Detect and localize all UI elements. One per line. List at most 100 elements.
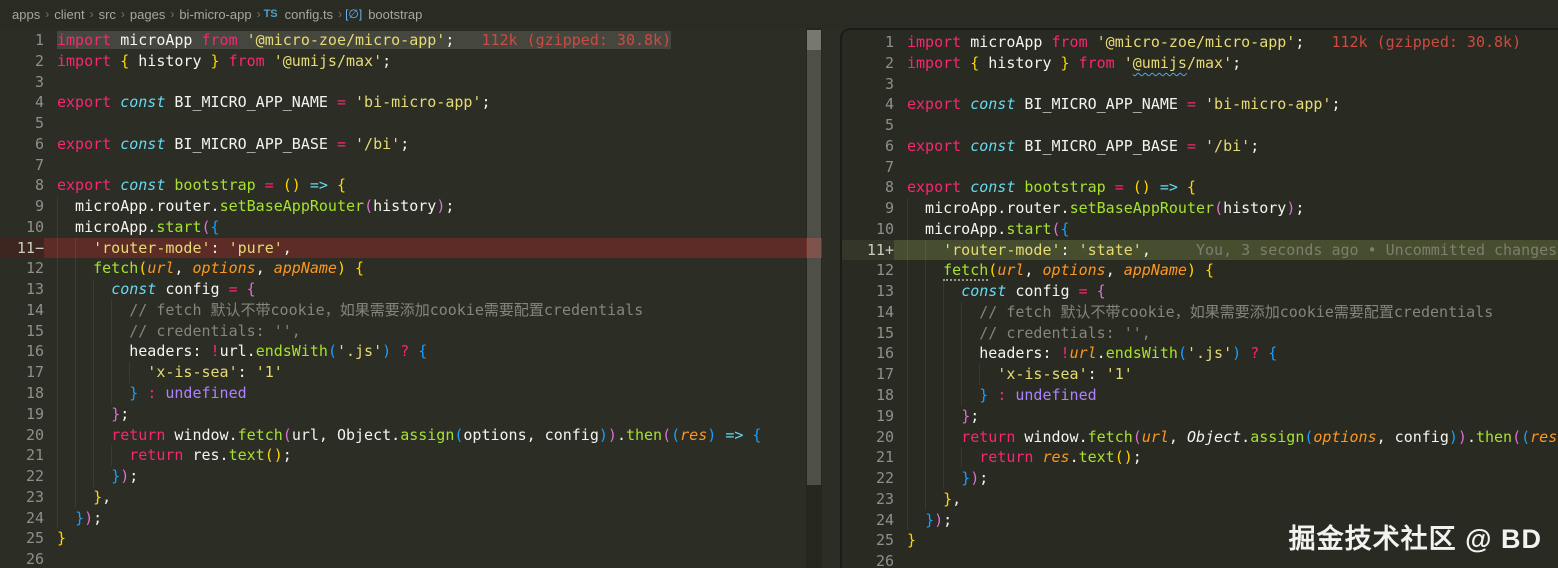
line-number[interactable]: 2: [842, 53, 894, 74]
code-line-original-17[interactable]: 17 'x-is-sea': '1': [0, 362, 806, 384]
code-line-original-5[interactable]: 5: [0, 113, 806, 134]
code-line-modified-10[interactable]: 10 microApp.start({: [842, 218, 1558, 240]
code-line-modified-6[interactable]: 6 export const BI_MICRO_APP_BASE = '/bi';: [842, 136, 1558, 157]
code-line-modified-7[interactable]: 7: [842, 157, 1558, 178]
code-line-modified-8[interactable]: 8 export const bootstrap = () => {: [842, 177, 1558, 198]
breadcrumb-item-pages[interactable]: pages: [130, 7, 165, 22]
line-number[interactable]: 7: [0, 155, 44, 176]
code-line-modified-13[interactable]: 13 const config = {: [842, 281, 1558, 302]
code-line-original-11[interactable]: 11− 'router-mode': 'pure',: [0, 237, 806, 259]
code-line-modified-1[interactable]: 1 import microApp from '@micro-zoe/micro-…: [842, 32, 1558, 53]
code-line-original-4[interactable]: 4 export const BI_MICRO_APP_NAME = 'bi-mi…: [0, 92, 806, 113]
line-number[interactable]: 18: [842, 385, 894, 406]
breadcrumb-item-bi-micro-app[interactable]: bi-micro-app: [179, 7, 251, 22]
line-number[interactable]: 9: [842, 198, 894, 219]
line-number[interactable]: 16: [842, 343, 894, 364]
breadcrumb-item-apps[interactable]: apps: [12, 7, 40, 22]
code-line-original-12[interactable]: 12 fetch(url, options, appName) {: [0, 258, 806, 280]
code-line-modified-11[interactable]: 11+ 'router-mode': 'state', You, 3 second…: [842, 239, 1558, 261]
code-line-original-15[interactable]: 15 // credentials: '',: [0, 320, 806, 342]
code-line-original-7[interactable]: 7: [0, 155, 806, 176]
line-number[interactable]: 12: [842, 260, 894, 281]
line-number[interactable]: 5: [842, 115, 894, 136]
code-line-original-18[interactable]: 18 } : undefined: [0, 383, 806, 404]
line-number[interactable]: 6: [0, 134, 44, 155]
line-number[interactable]: 8: [0, 175, 44, 196]
code-line-original-25[interactable]: 25}: [0, 528, 806, 549]
line-number[interactable]: 12: [0, 258, 44, 279]
line-number[interactable]: 26: [0, 549, 44, 568]
line-number[interactable]: 7: [842, 157, 894, 178]
line-number[interactable]: 17: [842, 364, 894, 385]
line-number[interactable]: 10: [842, 219, 894, 240]
code-line-original-19[interactable]: 19 };: [0, 403, 806, 425]
code-line-modified-21[interactable]: 21 return res.text();: [842, 447, 1558, 469]
line-number[interactable]: 19: [842, 406, 894, 427]
line-number[interactable]: 21: [842, 447, 894, 468]
line-number[interactable]: 11−: [0, 237, 44, 259]
code-line-modified-15[interactable]: 15 // credentials: '',: [842, 322, 1558, 344]
line-number[interactable]: 1: [0, 30, 44, 51]
line-number[interactable]: 23: [842, 489, 894, 510]
code-line-original-13[interactable]: 13 const config = {: [0, 279, 806, 300]
code-line-modified-3[interactable]: 3: [842, 74, 1558, 95]
line-number[interactable]: 9: [0, 196, 44, 217]
code-line-original-22[interactable]: 22 });: [0, 466, 806, 487]
breadcrumb-item-src[interactable]: src: [99, 7, 116, 22]
scrollbar-thumb[interactable]: [807, 30, 821, 485]
line-number[interactable]: 21: [0, 445, 44, 466]
line-number[interactable]: 26: [842, 551, 894, 568]
code-line-original-24[interactable]: 24 });: [0, 507, 806, 529]
line-number[interactable]: 6: [842, 136, 894, 157]
code-line-original-3[interactable]: 3: [0, 72, 806, 93]
code-line-modified-19[interactable]: 19 };: [842, 405, 1558, 427]
breadcrumb-item-client[interactable]: client: [54, 7, 84, 22]
code-line-modified-23[interactable]: 23 },: [842, 488, 1558, 510]
line-number[interactable]: 10: [0, 217, 44, 238]
code-line-modified-5[interactable]: 5: [842, 115, 1558, 136]
line-number[interactable]: 11+: [842, 239, 894, 261]
line-number[interactable]: 15: [0, 321, 44, 342]
line-number[interactable]: 24: [0, 508, 44, 529]
breadcrumb-item-config.ts[interactable]: config.ts: [285, 7, 333, 22]
line-number[interactable]: 3: [0, 72, 44, 93]
code-line-original-26[interactable]: 26: [0, 549, 806, 568]
code-line-modified-16[interactable]: 16 headers: !url.endsWith('.js') ? {: [842, 343, 1558, 365]
line-number[interactable]: 20: [842, 427, 894, 448]
code-line-original-1[interactable]: 1 import microApp from '@micro-zoe/micro-…: [0, 30, 806, 51]
line-number[interactable]: 4: [842, 94, 894, 115]
code-line-original-2[interactable]: 2 import { history } from '@umijs/max';: [0, 51, 806, 72]
line-number[interactable]: 13: [842, 281, 894, 302]
code-line-modified-9[interactable]: 9 microApp.router.setBaseAppRouter(histo…: [842, 198, 1558, 219]
line-number[interactable]: 25: [0, 528, 44, 549]
line-number[interactable]: 15: [842, 323, 894, 344]
code-line-original-10[interactable]: 10 microApp.start({: [0, 216, 806, 238]
line-number[interactable]: 19: [0, 404, 44, 425]
line-number[interactable]: 24: [842, 510, 894, 531]
line-number[interactable]: 14: [0, 300, 44, 321]
line-number[interactable]: 3: [842, 74, 894, 95]
code-line-original-16[interactable]: 16 headers: !url.endsWith('.js') ? {: [0, 341, 806, 363]
breadcrumb-item-bootstrap[interactable]: bootstrap: [368, 7, 422, 22]
code-line-modified-18[interactable]: 18 } : undefined: [842, 385, 1558, 406]
code-line-original-9[interactable]: 9 microApp.router.setBaseAppRouter(histo…: [0, 196, 806, 217]
code-line-modified-14[interactable]: 14 // fetch 默认不带cookie，如果需要添加cookie需要配置c…: [842, 301, 1558, 323]
line-number[interactable]: 16: [0, 341, 44, 362]
code-line-original-21[interactable]: 21 return res.text();: [0, 445, 806, 467]
line-number[interactable]: 17: [0, 362, 44, 383]
code-line-original-14[interactable]: 14 // fetch 默认不带cookie，如果需要添加cookie需要配置c…: [0, 299, 806, 321]
line-number[interactable]: 25: [842, 530, 894, 551]
code-line-modified-12[interactable]: 12 fetch(url, options, appName) {: [842, 260, 1558, 282]
line-number[interactable]: 20: [0, 425, 44, 446]
code-line-original-20[interactable]: 20 return window.fetch(url, Object.assig…: [0, 424, 806, 446]
line-number[interactable]: 22: [0, 466, 44, 487]
code-line-modified-20[interactable]: 20 return window.fetch(url, Object.assig…: [842, 426, 1558, 448]
code-line-modified-2[interactable]: 2 import { history } from '@umijs/max';: [842, 53, 1558, 74]
line-number[interactable]: 23: [0, 487, 44, 508]
line-number[interactable]: 4: [0, 92, 44, 113]
line-number[interactable]: 8: [842, 177, 894, 198]
line-number[interactable]: 1: [842, 32, 894, 53]
code-line-modified-22[interactable]: 22 });: [842, 468, 1558, 489]
code-line-modified-4[interactable]: 4 export const BI_MICRO_APP_NAME = 'bi-mi…: [842, 94, 1558, 115]
line-number[interactable]: 13: [0, 279, 44, 300]
